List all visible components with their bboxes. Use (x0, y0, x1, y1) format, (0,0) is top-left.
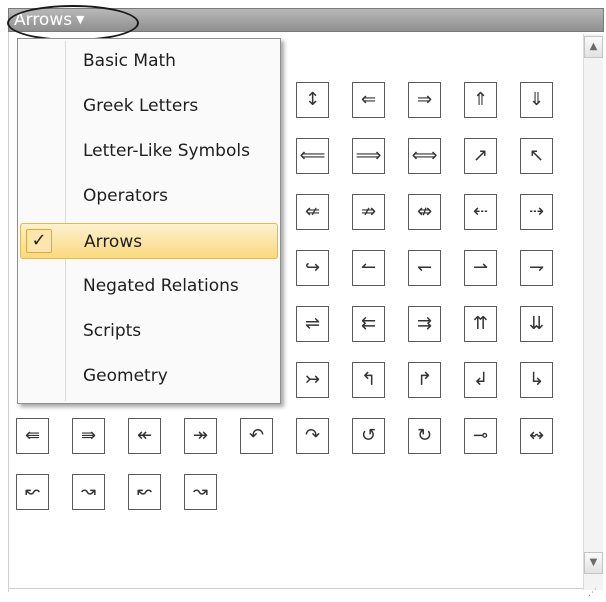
menu-item[interactable]: Greek Letters (20, 88, 278, 124)
symbol-button[interactable]: ↻ (408, 418, 441, 454)
symbol-button[interactable]: ⇌ (296, 306, 329, 342)
symbol-button[interactable]: ↽ (408, 250, 441, 286)
category-menu: Basic Math Greek Letters Letter-Like Symbo… (17, 38, 281, 404)
symbol-button[interactable]: ↭ (520, 418, 553, 454)
symbol-button[interactable]: ↞ (128, 418, 161, 454)
symbol-button[interactable]: ↺ (352, 418, 385, 454)
menu-item-label: Scripts (83, 321, 142, 341)
symbol-button[interactable]: ↼ (352, 250, 385, 286)
symbol-button[interactable]: ↕ (296, 82, 329, 118)
symbol-button[interactable]: ⇏ (352, 194, 385, 230)
scroll-down-button[interactable]: ▼ (584, 552, 603, 574)
symbol-button[interactable]: ⇎ (408, 194, 441, 230)
symbol-button[interactable]: ⇁ (520, 250, 553, 286)
menu-item-label: Geometry (83, 366, 168, 386)
symbol-button[interactable]: ⇓ (520, 82, 553, 118)
menu-item-label: Basic Math (83, 51, 176, 71)
chevron-up-icon: ▲ (589, 41, 598, 52)
resize-grip-icon[interactable]: ⋰ (588, 588, 602, 598)
menu-item-label: Greek Letters (83, 96, 199, 116)
menu-item[interactable]: Letter-Like Symbols (20, 133, 278, 169)
menu-item-label: Letter-Like Symbols (83, 141, 250, 161)
menu-item[interactable]: Basic Math (20, 43, 278, 79)
category-dropdown-label: Arrows (14, 10, 73, 30)
symbol-button[interactable]: ↝ (72, 474, 105, 510)
menu-item-label: Operators (83, 186, 168, 206)
symbol-button[interactable]: ⇒ (408, 82, 441, 118)
symbol-button[interactable]: ⇑ (464, 82, 497, 118)
symbol-button[interactable]: ↱ (408, 362, 441, 398)
symbol-button[interactable]: ⊸ (464, 418, 497, 454)
menu-item[interactable]: Scripts (20, 313, 278, 349)
menu-item-label: Negated Relations (83, 276, 239, 296)
symbol-button[interactable]: ⇐ (352, 82, 385, 118)
symbol-button[interactable]: ⟸ (296, 138, 329, 174)
symbols-panel: ↕ ⇐ ⇒ ⇑ ⇓ ⟸ ⟹ ⟺ ↗ ↖ ⇍ ⇏ ⇎ ⇠ ⇢ ↪ ↼ ↽ ⇀ ⇁ ⇌ ⇇ ⇉ ⇈ ⇊ ↣ ↰ ↱ ↲ ↳ ⇚ ⇛ ↞ ↠ ↶ ↷ ↺ ↻ ⊸ ↭… (0, 0, 606, 602)
symbol-button[interactable]: ↪ (296, 250, 329, 286)
checkmark-icon: ✓ (26, 229, 52, 253)
symbol-button[interactable]: ↗ (464, 138, 497, 174)
symbol-button[interactable]: ⇊ (520, 306, 553, 342)
symbol-button[interactable]: ↷ (296, 418, 329, 454)
symbol-button[interactable]: ↰ (352, 362, 385, 398)
symbol-button[interactable]: ⟺ (408, 138, 441, 174)
symbol-button[interactable]: ⇈ (464, 306, 497, 342)
panel-border-bottom (8, 588, 583, 589)
symbol-button[interactable]: ↖ (520, 138, 553, 174)
chevron-down-icon: ▼ (589, 557, 598, 568)
header-bar (8, 8, 604, 32)
symbol-button[interactable]: ↳ (520, 362, 553, 398)
symbol-button[interactable]: ⇢ (520, 194, 553, 230)
vertical-scrollbar[interactable]: ▲ ▼ (583, 34, 603, 590)
menu-item[interactable]: Negated Relations (20, 268, 278, 304)
category-dropdown-button[interactable]: Arrows ▼ (10, 8, 89, 32)
menu-item-label: Arrows (84, 232, 143, 252)
menu-item[interactable]: Geometry (20, 358, 278, 394)
panel-border (8, 32, 9, 592)
symbol-button[interactable]: ⇍ (296, 194, 329, 230)
symbol-button[interactable]: ↜ (128, 474, 161, 510)
symbol-button[interactable]: ↠ (184, 418, 217, 454)
symbol-button[interactable]: ↝ (184, 474, 217, 510)
menu-item[interactable]: Operators (20, 178, 278, 214)
symbol-button[interactable]: ↜ (16, 474, 49, 510)
scroll-up-button[interactable]: ▲ (584, 36, 603, 58)
symbol-button[interactable]: ⇠ (464, 194, 497, 230)
symbol-button[interactable]: ⇚ (16, 418, 49, 454)
caret-down-icon: ▼ (76, 13, 85, 26)
symbol-button[interactable]: ⇉ (408, 306, 441, 342)
menu-item[interactable]: ✓ Arrows (20, 223, 278, 259)
symbol-button[interactable]: ⟹ (352, 138, 385, 174)
symbol-button[interactable]: ↶ (240, 418, 273, 454)
symbol-button[interactable]: ↣ (296, 362, 329, 398)
symbol-button[interactable]: ↲ (464, 362, 497, 398)
symbol-button[interactable]: ⇛ (72, 418, 105, 454)
symbol-button[interactable]: ⇀ (464, 250, 497, 286)
symbol-button[interactable]: ⇇ (352, 306, 385, 342)
